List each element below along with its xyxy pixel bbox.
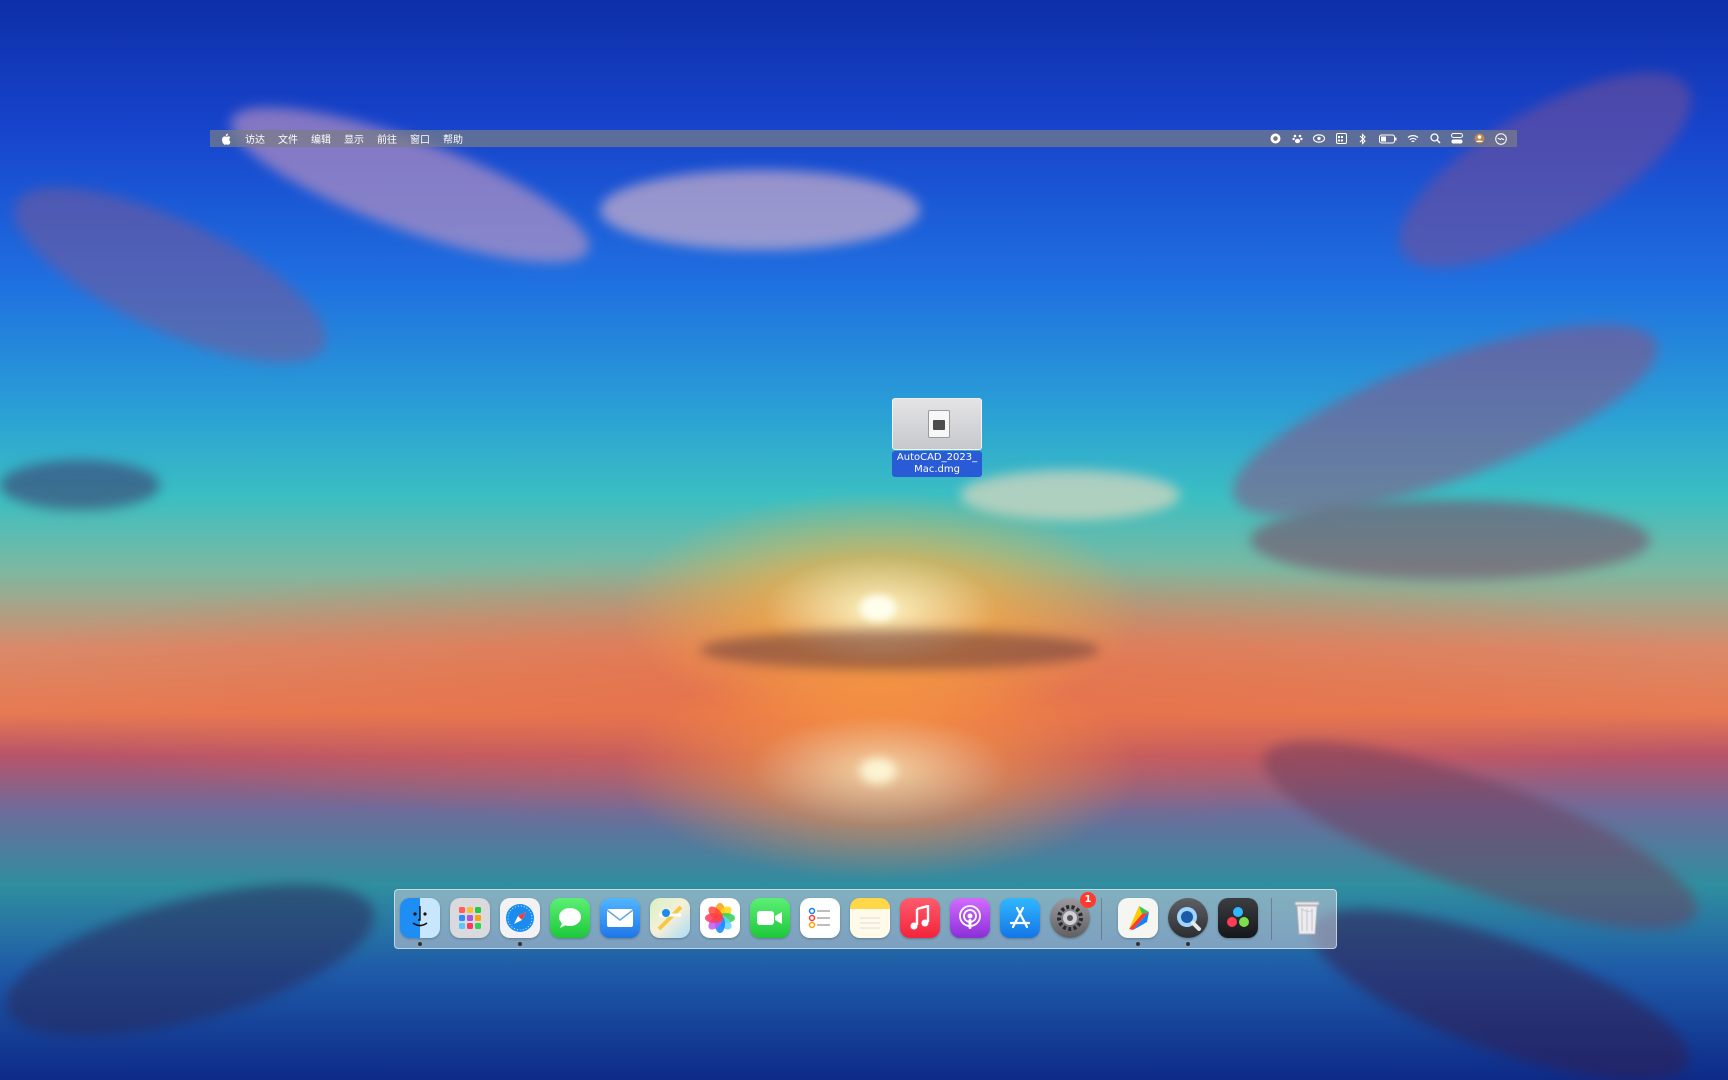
menu-bar: 访达 文件 编辑 显示 前往 窗口 帮助 [210,130,1517,147]
cloud [600,170,920,250]
safari-icon[interactable] [500,898,540,938]
facetime-icon[interactable] [750,898,790,938]
document-icon [928,410,950,438]
notification-badge: 1 [1080,892,1096,908]
app-store-icon[interactable] [1000,898,1040,938]
sun [860,595,896,621]
dock: 1 [394,889,1337,949]
record-icon[interactable] [1269,133,1281,145]
control-center-icon[interactable] [1451,133,1463,145]
battery-icon[interactable] [1379,133,1397,145]
calendar-icon[interactable] [1335,133,1347,145]
sun-reflection [860,758,896,784]
cloud [1250,500,1650,580]
cloud [1372,35,1718,305]
menu-item-file[interactable]: 文件 [278,131,298,146]
search-icon[interactable] [1429,133,1441,145]
cloud [700,630,1100,670]
maps-icon[interactable] [650,898,690,938]
paw-icon[interactable] [1291,133,1303,145]
menu-bar-status [1259,130,1507,147]
notes-icon[interactable] [850,898,890,938]
disk-image-icon[interactable] [892,398,982,450]
colorful-app-icon[interactable] [1118,898,1158,938]
cloud [960,470,1180,520]
running-indicator [418,942,422,946]
cloud [0,460,160,510]
siri-icon[interactable] [1495,132,1507,145]
cloud [0,852,390,1068]
system-preferences-icon[interactable]: 1 [1050,892,1096,938]
finder-icon[interactable] [400,898,440,938]
running-indicator [1136,942,1140,946]
reminders-icon[interactable] [800,898,840,938]
user-icon[interactable] [1473,133,1485,145]
trash-icon[interactable] [1287,898,1327,938]
eye-icon[interactable] [1313,133,1325,145]
bluetooth-icon[interactable] [1357,132,1369,145]
podcasts-icon[interactable] [950,898,990,938]
launchpad-icon[interactable] [450,898,490,938]
cloud [0,153,348,397]
photos-icon[interactable] [700,898,740,938]
davinci-icon[interactable] [1218,898,1258,938]
wifi-icon[interactable] [1407,133,1419,145]
dock-separator [1271,898,1272,940]
menu-item-edit[interactable]: 编辑 [311,131,331,146]
menu-bar-left: 访达 文件 编辑 显示 前往 窗口 帮助 [220,130,476,147]
cloud [216,77,604,293]
menu-item-go[interactable]: 前往 [377,131,397,146]
mail-icon[interactable] [600,898,640,938]
messages-icon[interactable] [550,898,590,938]
running-indicator [1186,942,1190,946]
music-icon[interactable] [900,898,940,938]
menu-item-finder[interactable]: 访达 [245,131,265,146]
menu-item-view[interactable]: 显示 [344,131,364,146]
apple-icon[interactable] [220,133,232,145]
file-name-label[interactable]: AutoCAD_2023_Mac.dmg [892,451,982,477]
quicktime-icon[interactable] [1168,898,1208,938]
desktop-file[interactable]: AutoCAD_2023_Mac.dmg [892,398,982,478]
menu-item-window[interactable]: 窗口 [410,131,430,146]
running-indicator [518,942,522,946]
desktop[interactable]: 访达 文件 编辑 显示 前往 窗口 帮助 AutoCAD_2023_Mac.dm… [0,0,1728,1080]
dock-separator [1101,898,1102,940]
menu-item-help[interactable]: 帮助 [443,131,463,146]
